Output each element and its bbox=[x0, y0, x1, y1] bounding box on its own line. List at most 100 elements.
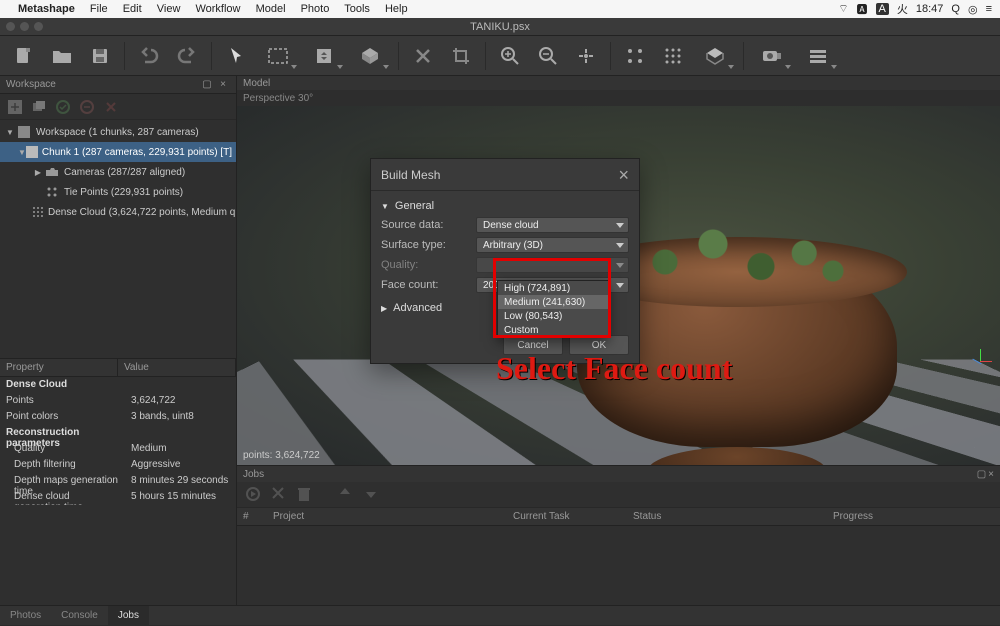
input-source-icon[interactable]: 🅰︎ bbox=[857, 1, 868, 17]
tree-cameras[interactable]: ▶Cameras (287/287 aligned) bbox=[0, 162, 236, 182]
model-shaded-button[interactable] bbox=[693, 40, 737, 72]
move-region-button[interactable] bbox=[302, 40, 346, 72]
remove-button[interactable] bbox=[102, 98, 120, 116]
panel-close-icon[interactable]: × bbox=[988, 469, 994, 480]
sidebar: Workspace ▢ × ▼Workspace (1 chunks, 287 … bbox=[0, 76, 237, 605]
crop-selection-button[interactable] bbox=[443, 40, 479, 72]
job-moveup-button[interactable] bbox=[339, 486, 357, 504]
save-button[interactable] bbox=[82, 40, 118, 72]
zoom-in-button[interactable] bbox=[492, 40, 528, 72]
job-movedown-button[interactable] bbox=[365, 486, 383, 504]
menu-view[interactable]: View bbox=[157, 3, 181, 15]
jobs-panel: Jobs ▢ × # Project Current Task Status P bbox=[237, 465, 1000, 605]
tab-photos[interactable]: Photos bbox=[0, 606, 51, 626]
col-project[interactable]: Project bbox=[267, 508, 507, 525]
menu-edit[interactable]: Edit bbox=[123, 3, 142, 15]
menu-app[interactable]: Metashape bbox=[18, 3, 75, 15]
new-project-button[interactable] bbox=[6, 40, 42, 72]
surface-type-select[interactable]: Arbitrary (3D) bbox=[476, 237, 629, 253]
menu-help[interactable]: Help bbox=[385, 3, 408, 15]
tree-chunk[interactable]: ▼Chunk 1 (287 cameras, 229,931 points) [… bbox=[0, 142, 236, 162]
window-controls[interactable] bbox=[6, 22, 43, 31]
properties-col-value: Value bbox=[118, 359, 236, 376]
option-high[interactable]: High (724,891) bbox=[498, 281, 608, 295]
prop-section-recon: Reconstruction parameters bbox=[0, 425, 125, 441]
viewport-header: Model bbox=[237, 76, 1000, 90]
workspace-tree[interactable]: ▼Workspace (1 chunks, 287 cameras) ▼Chun… bbox=[0, 120, 236, 358]
move-object-button[interactable] bbox=[348, 40, 392, 72]
tree-chunk-label: Chunk 1 (287 cameras, 229,931 points) [T… bbox=[42, 147, 232, 158]
rect-select-button[interactable] bbox=[256, 40, 300, 72]
face-count-dropdown[interactable]: High (724,891) Medium (241,630) Low (80,… bbox=[497, 280, 609, 338]
properties-col-property: Property bbox=[0, 359, 118, 376]
col-number[interactable]: # bbox=[237, 508, 267, 525]
tree-cameras-label: Cameras (287/287 aligned) bbox=[64, 167, 185, 178]
disable-button[interactable] bbox=[78, 98, 96, 116]
tree-densecloud[interactable]: Dense Cloud (3,624,722 points, Medium qu… bbox=[0, 202, 236, 222]
menu-file[interactable]: File bbox=[90, 3, 108, 15]
menu-extra-icon[interactable]: ≡ bbox=[986, 3, 992, 15]
document-title: TANIKU.psx bbox=[470, 21, 530, 33]
dense-cloud-button[interactable] bbox=[655, 40, 691, 72]
tab-jobs[interactable]: Jobs bbox=[108, 606, 149, 626]
col-progress[interactable]: Progress bbox=[827, 508, 1000, 525]
prop-val: 3 bands, uint8 bbox=[125, 409, 236, 425]
spotlight-icon[interactable]: Q bbox=[951, 3, 960, 15]
day-label: 火 bbox=[897, 1, 908, 17]
job-cancel-button[interactable] bbox=[271, 486, 289, 504]
source-data-select[interactable]: Dense cloud bbox=[476, 217, 629, 233]
lang-badge[interactable]: A bbox=[876, 3, 889, 15]
menu-tools[interactable]: Tools bbox=[344, 3, 370, 15]
job-start-button[interactable] bbox=[245, 486, 263, 504]
tree-root[interactable]: ▼Workspace (1 chunks, 287 cameras) bbox=[0, 122, 236, 142]
wifi-icon[interactable]: ⌔ bbox=[838, 2, 848, 16]
face-count-label: Face count: bbox=[381, 279, 476, 291]
show-cameras-button[interactable] bbox=[750, 40, 794, 72]
add-photos-button[interactable] bbox=[30, 98, 48, 116]
tab-console[interactable]: Console bbox=[51, 606, 108, 626]
viewport-status: points: 3,624,722 bbox=[243, 450, 320, 461]
panel-float-icon[interactable]: ▢ bbox=[200, 78, 214, 92]
prop-val: 5 hours 15 minutes bbox=[125, 489, 236, 505]
add-chunk-button[interactable] bbox=[6, 98, 24, 116]
job-delete-button[interactable] bbox=[297, 486, 315, 504]
navigate-button[interactable] bbox=[218, 40, 254, 72]
delete-selection-button[interactable] bbox=[405, 40, 441, 72]
col-task[interactable]: Current Task bbox=[507, 508, 627, 525]
menu-photo[interactable]: Photo bbox=[301, 3, 330, 15]
reset-view-button[interactable] bbox=[568, 40, 604, 72]
dialog-title: Build Mesh bbox=[381, 168, 440, 182]
show-items-button[interactable] bbox=[796, 40, 840, 72]
workspace-title: Workspace bbox=[6, 79, 56, 90]
properties-panel: Property Value Dense Cloud Points3,624,7… bbox=[0, 358, 236, 605]
panel-float-icon[interactable]: ▢ bbox=[977, 469, 986, 480]
user-icon[interactable]: ◎ bbox=[968, 3, 978, 16]
prop-key: Dense cloud generation time bbox=[0, 489, 125, 505]
tree-tiepoints[interactable]: Tie Points (229,931 points) bbox=[0, 182, 236, 202]
redo-button[interactable] bbox=[169, 40, 205, 72]
tree-tiepoints-label: Tie Points (229,931 points) bbox=[64, 187, 183, 198]
ok-button[interactable]: OK bbox=[569, 335, 629, 355]
panel-close-icon[interactable]: × bbox=[216, 78, 230, 92]
option-medium[interactable]: Medium (241,630) bbox=[498, 295, 608, 309]
sparse-cloud-button[interactable] bbox=[617, 40, 653, 72]
cancel-button[interactable]: Cancel bbox=[503, 335, 563, 355]
dialog-close-icon[interactable]: × bbox=[618, 166, 629, 184]
section-general[interactable]: ▼General bbox=[381, 197, 629, 215]
bottom-tabs: Photos Console Jobs bbox=[0, 605, 1000, 625]
col-status[interactable]: Status bbox=[627, 508, 827, 525]
option-custom[interactable]: Custom bbox=[498, 323, 608, 337]
zoom-out-button[interactable] bbox=[530, 40, 566, 72]
status-tray: ⌔ 🅰︎ A 火 18:47 Q ◎ ≡ bbox=[838, 1, 992, 17]
app-menus[interactable]: Metashape File Edit View Workflow Model … bbox=[18, 3, 420, 15]
undo-button[interactable] bbox=[131, 40, 167, 72]
enable-button[interactable] bbox=[54, 98, 72, 116]
menu-model[interactable]: Model bbox=[256, 3, 286, 15]
option-low[interactable]: Low (80,543) bbox=[498, 309, 608, 323]
jobs-list[interactable] bbox=[237, 526, 1000, 605]
prop-val: Aggressive bbox=[125, 457, 236, 473]
menu-workflow[interactable]: Workflow bbox=[195, 3, 240, 15]
quality-label: Quality: bbox=[381, 259, 476, 271]
clock[interactable]: 18:47 bbox=[916, 3, 944, 15]
open-button[interactable] bbox=[44, 40, 80, 72]
